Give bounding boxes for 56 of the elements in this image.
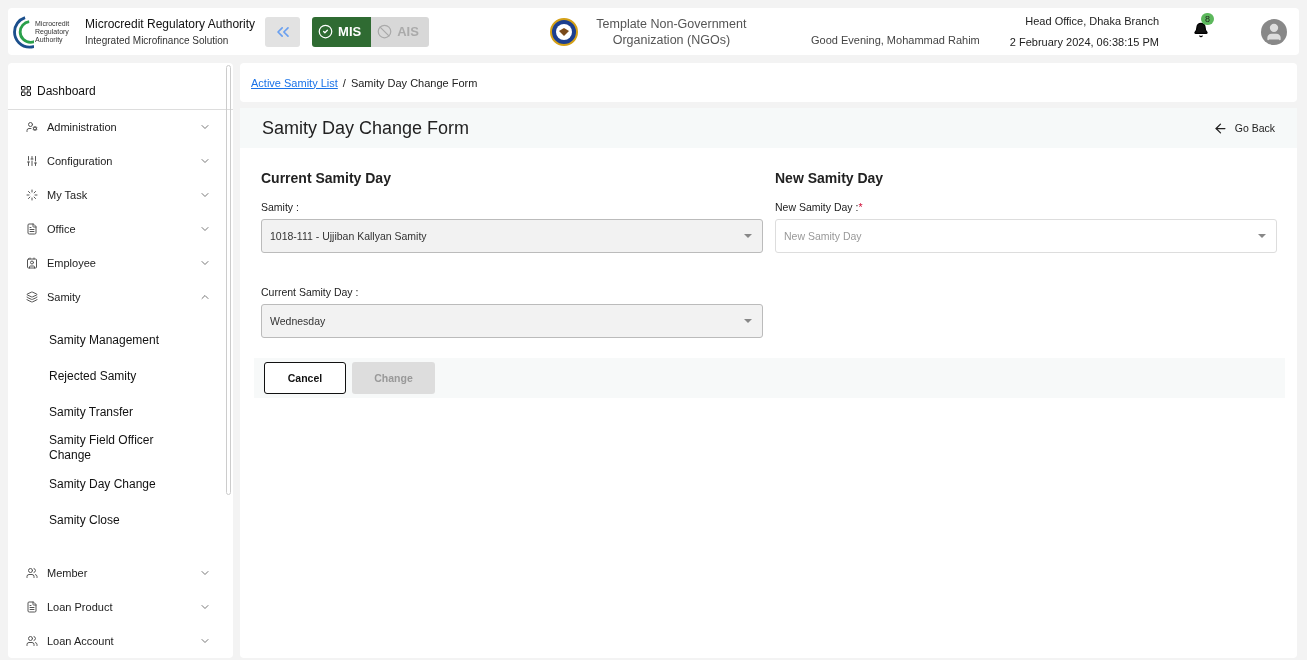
menu-item[interactable]: My Task bbox=[8, 178, 233, 212]
breadcrumb-link[interactable]: Active Samity List bbox=[251, 76, 338, 89]
app-subtitle: Integrated Microfinance Solution bbox=[85, 35, 230, 46]
document-icon bbox=[26, 223, 38, 235]
submenu-item[interactable]: Samity Management bbox=[49, 322, 189, 358]
breadcrumb-current: Samity Day Change Form bbox=[350, 76, 478, 89]
users-icon bbox=[26, 567, 38, 579]
caret-icon bbox=[1258, 234, 1266, 238]
branch-name: Head Office, Dhaka Branch bbox=[1025, 15, 1159, 27]
submenu-item[interactable]: Samity Field Officer Change bbox=[49, 430, 189, 466]
menu-item[interactable]: Employee bbox=[8, 246, 233, 280]
users-icon bbox=[26, 635, 38, 647]
logo-rings-icon bbox=[12, 14, 34, 49]
cancel-button[interactable]: Cancel bbox=[264, 362, 346, 394]
menu-item[interactable]: Office bbox=[8, 212, 233, 246]
avatar[interactable] bbox=[1261, 18, 1287, 45]
greeting-text: Good Evening, Mohammad Rahim bbox=[811, 34, 980, 46]
menu-item[interactable]: Loan Account bbox=[8, 624, 233, 658]
ban-icon bbox=[377, 24, 393, 39]
check-circle-icon bbox=[318, 24, 334, 39]
user-cog-icon bbox=[26, 121, 38, 133]
document-icon bbox=[26, 601, 38, 613]
field-label: Samity : bbox=[261, 201, 300, 213]
menu-item[interactable]: Member bbox=[8, 556, 233, 590]
submenu-item[interactable]: Samity Transfer bbox=[49, 394, 189, 430]
menu-item[interactable]: Loan Product bbox=[8, 590, 233, 624]
submenu-item[interactable]: Samity Close bbox=[49, 502, 189, 538]
menu-item[interactable]: Samity bbox=[8, 280, 233, 314]
grid-icon bbox=[20, 85, 32, 97]
collapse-sidebar-button[interactable] bbox=[265, 16, 301, 47]
dashboard-link[interactable]: Dashboard bbox=[8, 63, 233, 110]
date-time: 2 February 2024, 06:38:15 PM bbox=[1009, 36, 1159, 48]
loader-icon bbox=[26, 189, 38, 201]
contact-card-icon bbox=[26, 257, 38, 269]
section-heading: Current Samity Day bbox=[261, 170, 392, 186]
section-heading: New Samity Day bbox=[775, 170, 885, 186]
submenu-item[interactable]: Samity Day Change bbox=[49, 466, 189, 502]
sliders-icon bbox=[26, 155, 38, 167]
bell-icon[interactable] bbox=[1193, 21, 1209, 38]
form-title: Samity Day Change Form bbox=[262, 117, 470, 139]
notification-count: 8 bbox=[1201, 12, 1214, 25]
module-toggle[interactable]: MIS bbox=[312, 16, 372, 47]
caret-icon bbox=[744, 319, 752, 323]
app-title: Microcredit Regulatory Authority bbox=[85, 17, 256, 31]
caret-icon bbox=[744, 234, 752, 238]
submenu-item[interactable]: Rejected Samity bbox=[49, 358, 189, 394]
go-back-button[interactable]: Go Back bbox=[1212, 120, 1275, 136]
layers-icon bbox=[26, 291, 38, 303]
field-label: Current Samity Day : bbox=[261, 286, 360, 298]
menu-item[interactable]: Administration bbox=[8, 110, 233, 144]
field-label: New Samity Day :* bbox=[775, 201, 864, 213]
organization-name: Template Non-Government Organization (NGOs) bbox=[595, 15, 748, 48]
seal-icon bbox=[548, 16, 579, 47]
person-silhouette-icon bbox=[1264, 21, 1284, 42]
menu-item[interactable]: Configuration bbox=[8, 144, 233, 178]
breadcrumb-separator: / bbox=[342, 76, 346, 89]
